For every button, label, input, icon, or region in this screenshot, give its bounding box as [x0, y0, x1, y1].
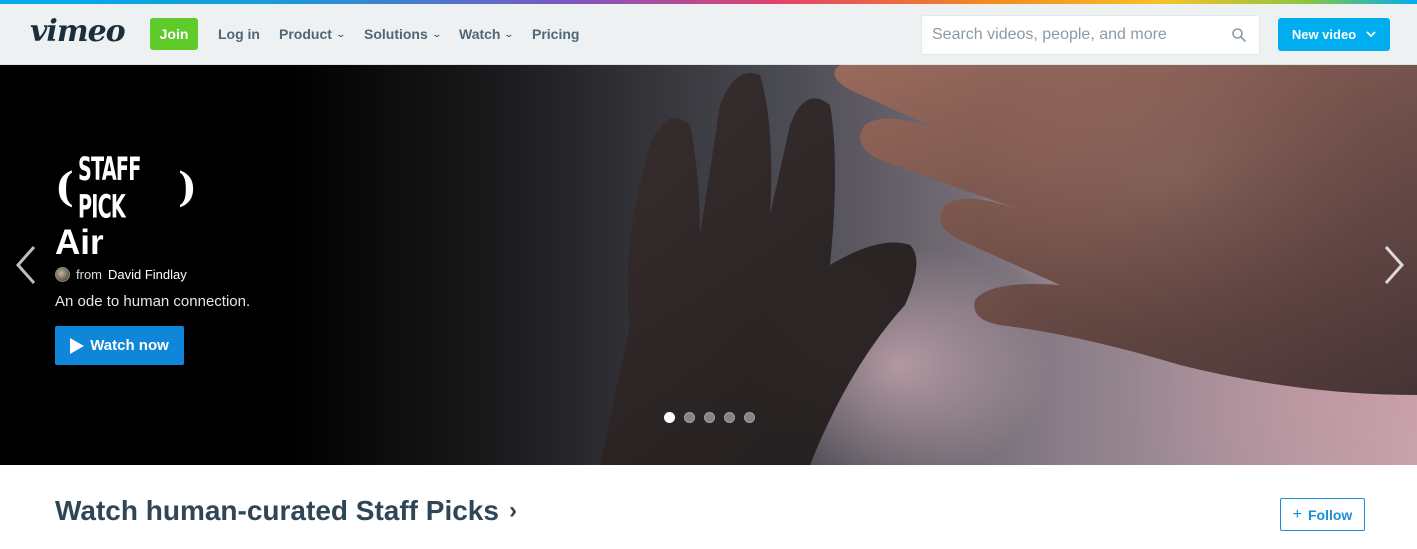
hero-background-image	[600, 65, 1417, 465]
staff-picks-heading[interactable]: Watch human-curated Staff Picks ›	[55, 495, 517, 527]
from-label: from	[76, 267, 102, 282]
play-icon	[70, 337, 85, 354]
author-link[interactable]: David Findlay	[108, 267, 187, 282]
arrow-left-icon[interactable]	[12, 243, 40, 287]
nav-pricing-label: Pricing	[532, 26, 580, 42]
nav-product-label: Product	[279, 26, 332, 42]
nav-watch-label: Watch	[459, 26, 501, 42]
chevron-down-icon: ⌄	[503, 28, 515, 39]
chevron-right-icon: ›	[508, 497, 517, 524]
follow-button[interactable]: + Follow	[1280, 498, 1365, 531]
carousel-dot-4[interactable]	[724, 412, 735, 423]
carousel-dot-2[interactable]	[684, 412, 695, 423]
author-avatar[interactable]	[55, 267, 70, 282]
nav-solutions[interactable]: Solutions ⌄	[364, 26, 442, 42]
arrow-right-icon[interactable]	[1380, 243, 1408, 287]
plus-icon: +	[1292, 505, 1302, 523]
nav-log-in-label: Log in	[218, 26, 260, 42]
nav-pricing[interactable]: Pricing	[532, 26, 579, 42]
staff-pick-label: STAFF PICK	[77, 150, 141, 226]
vimeo-logo[interactable]: vimeo	[30, 14, 126, 49]
follow-label: Follow	[1308, 506, 1353, 523]
chevron-down-icon: ⌄	[335, 28, 346, 39]
carousel-dot-1[interactable]	[664, 412, 675, 423]
search-icon[interactable]	[1231, 27, 1247, 43]
nav-product[interactable]: Product ⌄	[279, 26, 346, 42]
search-input[interactable]	[922, 16, 1222, 54]
featured-video-carousel[interactable]: ( STAFF PICK ) Air from David Findlay An…	[0, 65, 1417, 465]
nav-watch[interactable]: Watch ⌄	[459, 26, 515, 42]
video-title[interactable]: Air	[55, 223, 104, 263]
staff-picks-title: Watch human-curated Staff Picks	[55, 495, 499, 526]
laurel-left-icon: (	[55, 164, 74, 211]
nav-solutions-label: Solutions	[364, 26, 428, 42]
carousel-pagination	[664, 412, 755, 423]
top-nav-bar: vimeo Join Log in Product ⌄ Solutions ⌄ …	[0, 4, 1417, 65]
watch-now-label: Watch now	[90, 337, 169, 354]
new-video-button[interactable]: New video	[1278, 18, 1390, 51]
video-description: An ode to human connection.	[55, 293, 251, 310]
carousel-dot-5[interactable]	[744, 412, 755, 423]
chevron-down-icon: ⌄	[431, 28, 442, 39]
new-video-label: New video	[1291, 27, 1357, 42]
laurel-right-icon: )	[177, 164, 197, 211]
search-box	[921, 15, 1260, 55]
carousel-dot-3[interactable]	[704, 412, 715, 423]
staff-pick-badge: ( STAFF PICK )	[55, 150, 197, 226]
video-byline: from David Findlay	[55, 267, 187, 282]
nav-log-in[interactable]: Log in	[218, 26, 260, 42]
join-button[interactable]: Join	[150, 18, 198, 50]
watch-now-button[interactable]: Watch now	[55, 326, 184, 365]
chevron-down-icon	[1366, 31, 1376, 38]
